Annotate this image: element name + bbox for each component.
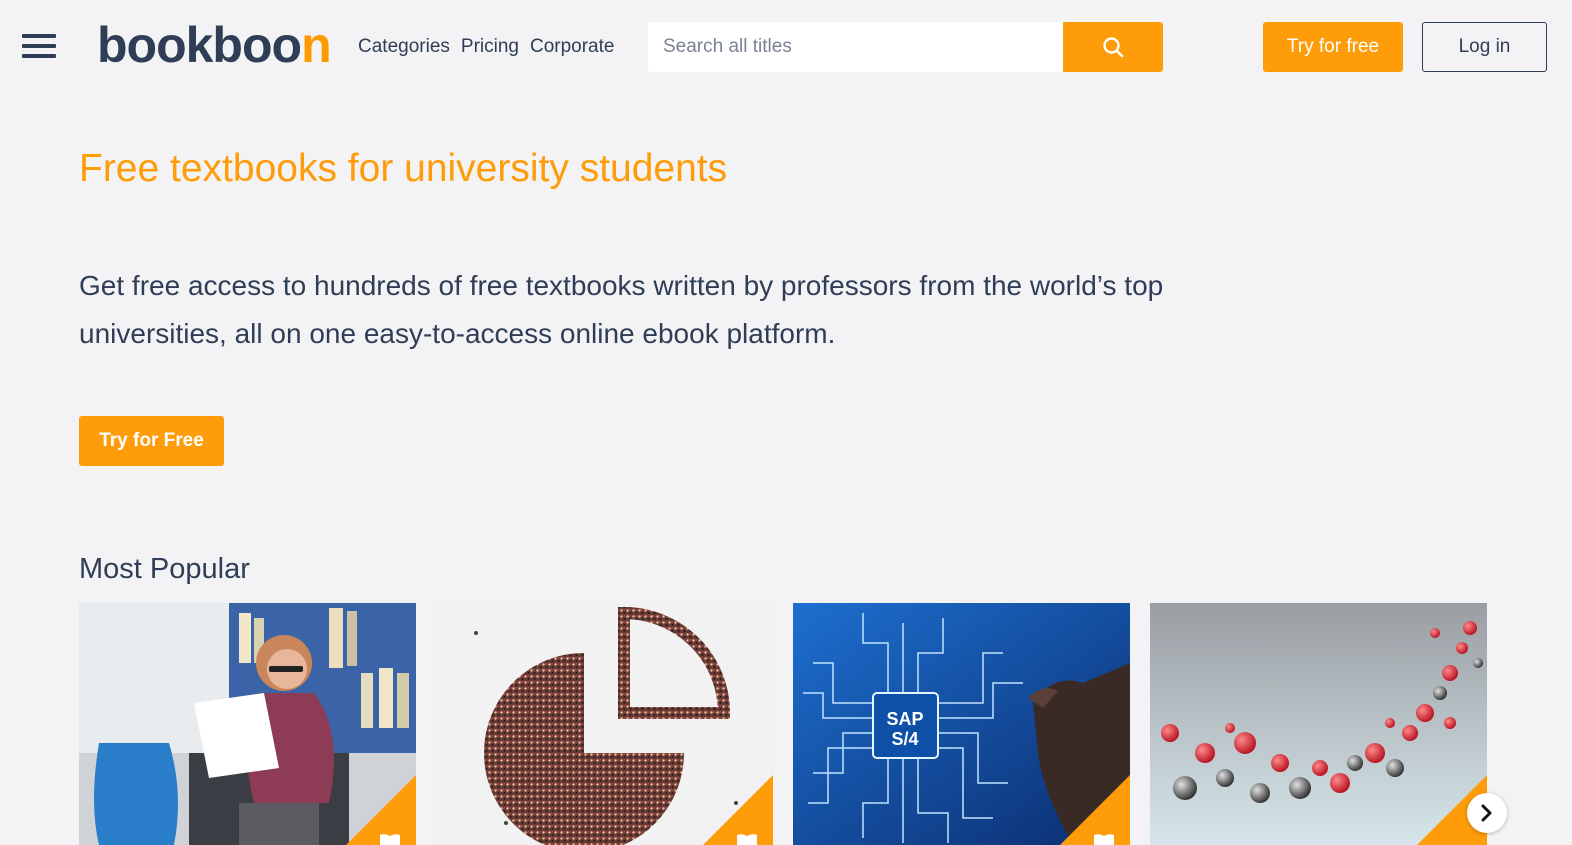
nav-pricing[interactable]: Pricing bbox=[461, 35, 519, 59]
chip-text-sap: SAP bbox=[886, 709, 923, 729]
logo-main-text: bookboo bbox=[97, 17, 302, 73]
hero-title: Free textbooks for university students bbox=[79, 147, 728, 190]
book-card-1[interactable] bbox=[79, 603, 416, 845]
most-popular-title: Most Popular bbox=[79, 553, 250, 585]
search-button[interactable] bbox=[1063, 22, 1163, 72]
book-card-2[interactable] bbox=[436, 603, 773, 845]
nav-categories[interactable]: Categories bbox=[358, 35, 450, 59]
book-icon bbox=[380, 834, 400, 845]
book-card-4[interactable] bbox=[1150, 603, 1487, 845]
main-nav: Categories Pricing Corporate bbox=[358, 35, 614, 59]
logo-accent-text: n bbox=[301, 17, 332, 73]
search-icon bbox=[1103, 37, 1124, 58]
login-button[interactable]: Log in bbox=[1422, 22, 1547, 72]
search-input[interactable] bbox=[648, 22, 1063, 72]
popular-carousel: SAP S/4 bbox=[79, 603, 1487, 845]
menu-icon[interactable] bbox=[22, 34, 56, 60]
book-icon bbox=[737, 834, 757, 845]
bookboon-logo[interactable]: bookboon bbox=[97, 17, 332, 73]
nav-corporate[interactable]: Corporate bbox=[530, 35, 615, 59]
book-icon bbox=[1094, 834, 1114, 845]
try-for-free-hero-button[interactable]: Try for Free bbox=[79, 416, 224, 466]
hero-description: Get free access to hundreds of free text… bbox=[79, 270, 1164, 349]
carousel-next-button[interactable] bbox=[1467, 793, 1507, 833]
try-for-free-header-button[interactable]: Try for free bbox=[1263, 22, 1403, 72]
chevron-right-icon bbox=[1481, 804, 1492, 822]
chip-text-s4: S/4 bbox=[891, 729, 918, 749]
book-card-3[interactable]: SAP S/4 bbox=[793, 603, 1130, 845]
